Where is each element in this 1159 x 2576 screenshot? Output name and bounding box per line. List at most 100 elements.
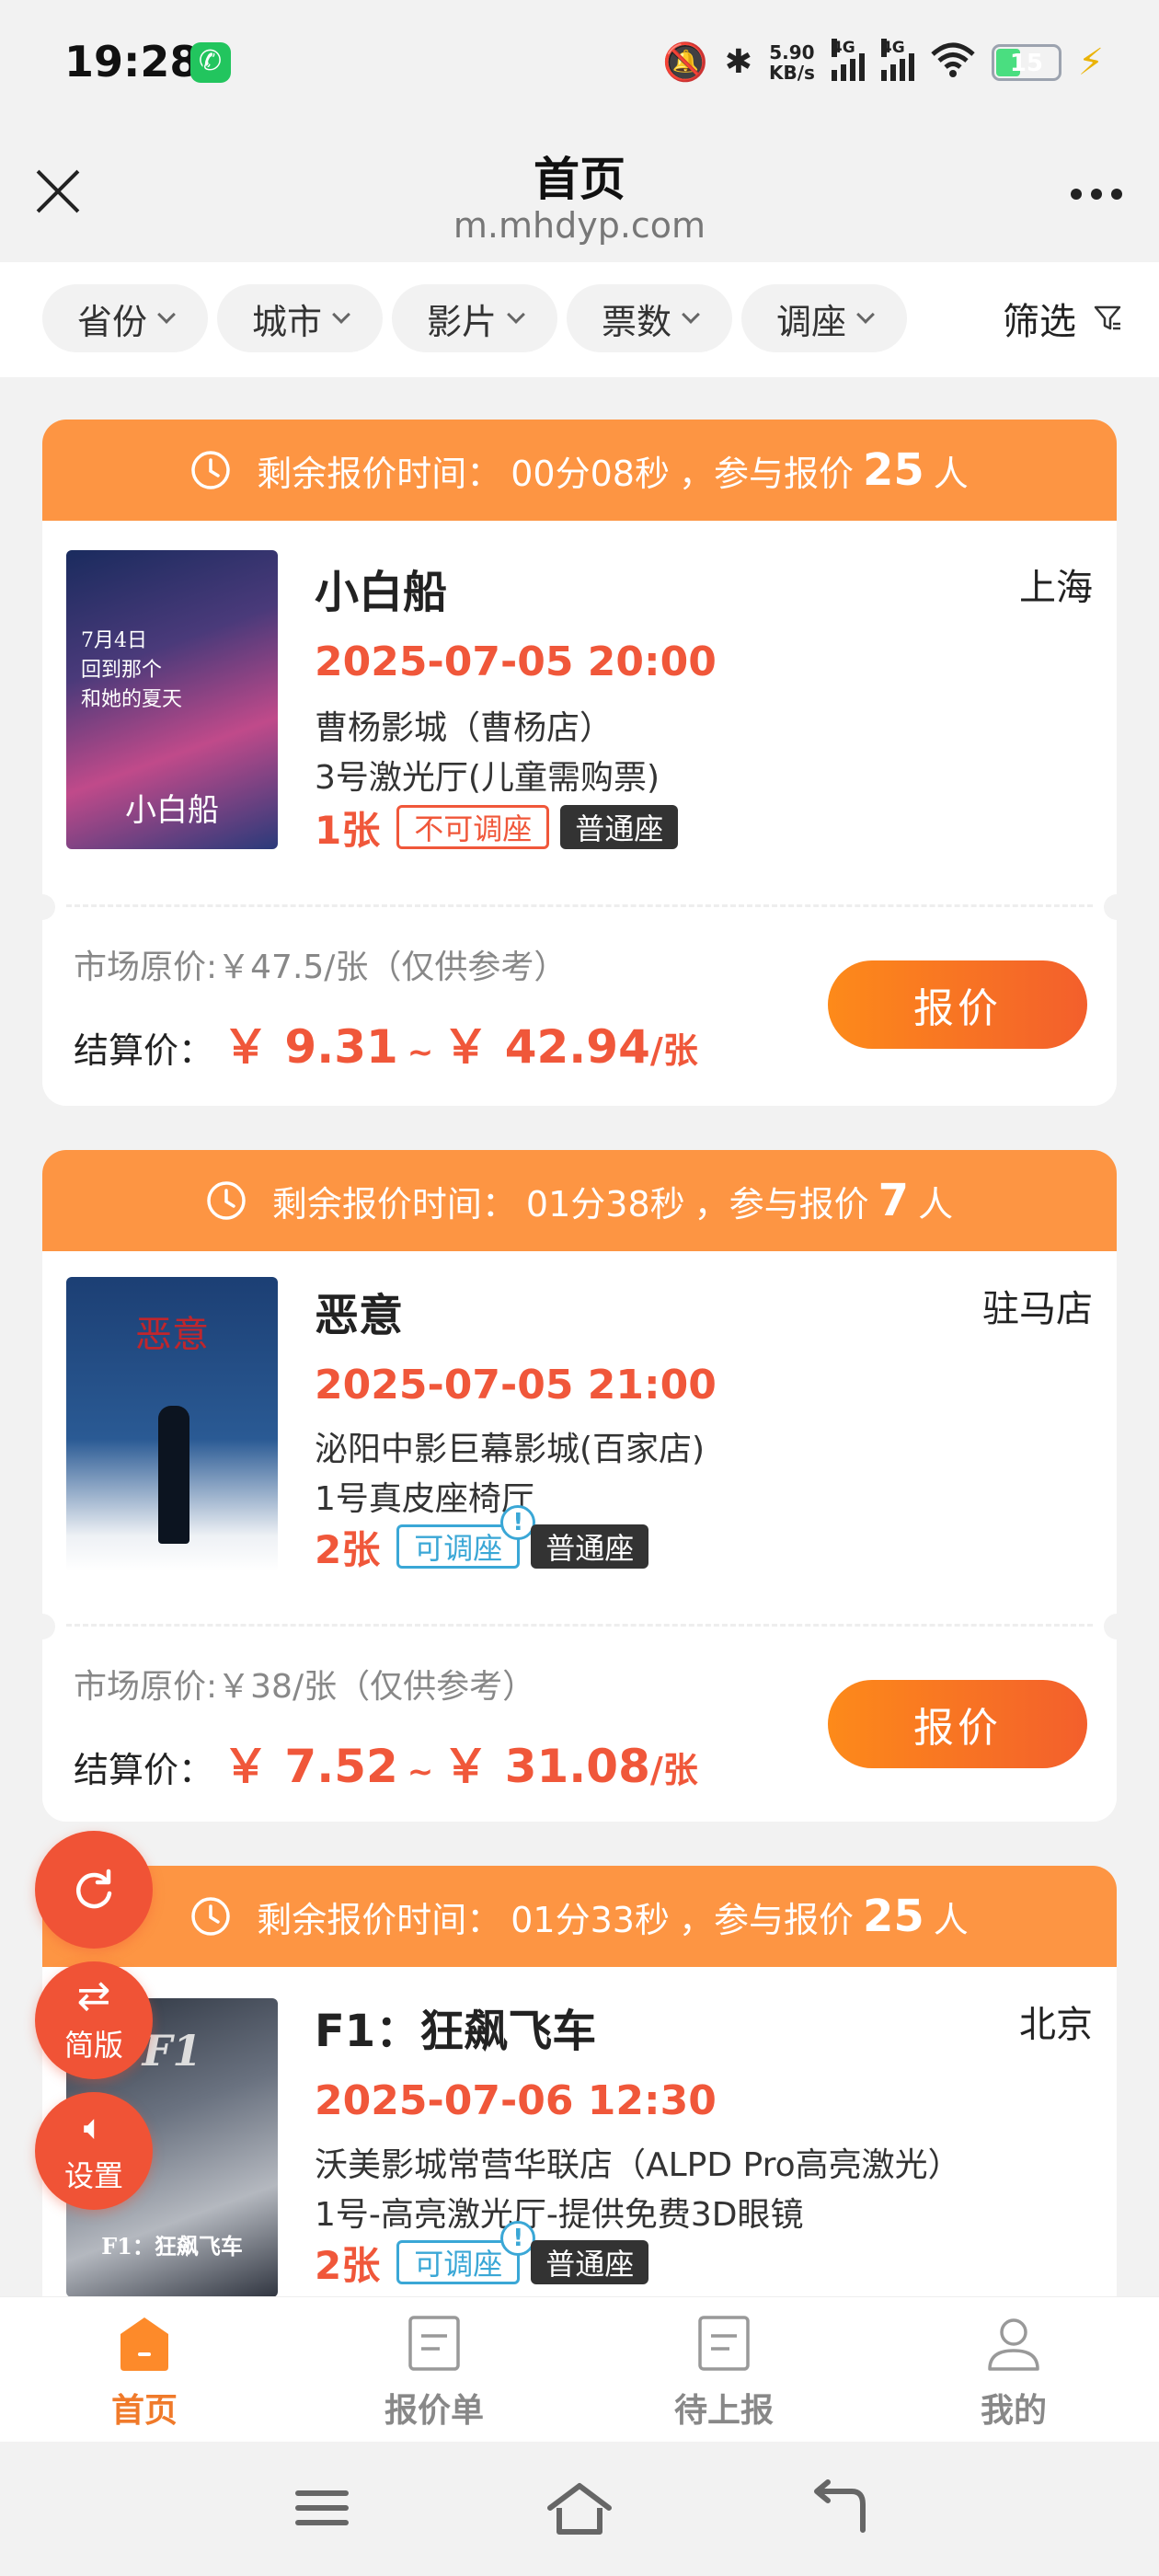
wifi-icon: [931, 41, 975, 85]
filter-chip-tickets[interactable]: 票数: [567, 284, 732, 352]
filter-chip-movie[interactable]: 影片: [392, 284, 557, 352]
page-url: m.mhdyp.com: [453, 205, 706, 246]
settle-price: 结算价： ￥ 7.52 ~ ￥ 31.08 /张: [74, 1730, 698, 1796]
bid-card[interactable]: 剩余报价时间： 01分38秒 ，参与报价 7 人 恶意 恶意 驻马店 2025-…: [42, 1150, 1117, 1822]
nav-item-home[interactable]: 首页: [52, 2314, 236, 2432]
bid-card[interactable]: 剩余报价时间： 00分08秒 ，参与报价 25 人 7月4日 回到那个 和她的夏天 …: [42, 420, 1117, 1106]
movie-city: 北京: [1019, 2004, 1093, 2046]
price-low: ￥ 9.31: [223, 1020, 398, 1074]
price-info: 市场原价:￥38/张（仅供参考） 结算价： ￥ 7.52 ~ ￥ 31.08 /…: [42, 1627, 1117, 1820]
chevron-down-icon: [157, 305, 176, 324]
bidders-suffix: 人: [918, 1183, 954, 1225]
price-high: ￥ 31.08: [442, 1740, 650, 1793]
clock-icon: [207, 1181, 246, 1220]
bluetooth-icon: ✱: [724, 43, 752, 81]
status-time: 19:28: [64, 37, 200, 86]
battery-level: 15: [1009, 50, 1043, 77]
movie-title: 恶意: [315, 1290, 404, 1341]
refresh-icon: [76, 1869, 112, 1909]
filter-chip-city[interactable]: 城市: [217, 284, 383, 352]
user-icon: [988, 2318, 1039, 2371]
charging-icon: ⚡: [1077, 41, 1104, 84]
refresh-button[interactable]: [35, 1831, 153, 1949]
speaker-icon: 🔈︎: [83, 2107, 105, 2147]
simple-mode-button[interactable]: ⇄ 简版: [35, 1961, 153, 2079]
filter-button[interactable]: 筛选: [1003, 284, 1122, 352]
movie-poster: 7月4日 回到那个 和她的夏天 小白船: [66, 550, 278, 849]
price-separator: ~: [407, 1754, 434, 1790]
filter-chip-label: 城市: [251, 301, 322, 342]
ticket-info: 2张 可调座 ! 普通座: [315, 2221, 649, 2288]
home-button-icon[interactable]: [543, 2478, 616, 2537]
movie-city: 驻马店: [982, 1288, 1093, 1330]
quote-button[interactable]: 报价: [828, 960, 1087, 1049]
bidders-prefix: ，参与报价: [694, 1183, 869, 1225]
bidders-prefix: ，参与报价: [678, 453, 854, 494]
settings-label: 设置: [63, 2158, 123, 2193]
showtime: 2025-07-05 21:00: [315, 1362, 717, 1409]
settings-button[interactable]: 🔈︎ 设置: [35, 2092, 153, 2210]
clock-icon: [191, 451, 230, 489]
countdown-banner: 剩余报价时间： 01分38秒 ，参与报价 7 人: [42, 1150, 1117, 1251]
home-icon: [120, 2317, 168, 2371]
quote-button[interactable]: 报价: [828, 1680, 1087, 1768]
ticket-count: 2张: [315, 1526, 381, 1572]
filter-bar: 省份 城市 影片 票数 调座 筛选: [0, 262, 1159, 377]
filter-chip-label: 影片: [426, 301, 497, 342]
net-speed-unit: KB/s: [768, 62, 815, 84]
signal-icon: 4G: [880, 39, 914, 81]
mute-icon: 🔕: [661, 41, 708, 84]
settle-label: 结算价：: [74, 1750, 214, 1790]
movie-title: F1：狂飙飞车: [315, 2006, 597, 2057]
bidder-count: 7: [878, 1175, 910, 1226]
market-price: 市场原价:￥47.5/张（仅供参考）: [74, 949, 568, 986]
document-icon: [408, 2316, 460, 2371]
nav-label: 待上报: [673, 2392, 774, 2430]
page-title: 首页: [534, 153, 625, 206]
movie-city: 上海: [1019, 567, 1093, 609]
filter-chip-label: 票数: [601, 301, 671, 342]
filter-chip-province[interactable]: 省份: [42, 284, 208, 352]
ticket-count: 2张: [315, 2242, 381, 2288]
seat-type-badge: 普通座: [531, 1524, 649, 1569]
movie-poster: 恶意: [66, 1277, 278, 1571]
bidder-count: 25: [862, 1891, 924, 1942]
seat-adjust-label: 可调座: [414, 1531, 503, 1566]
cinema-name: 沃美影城常营华联店（ALPD Pro高亮激光）: [315, 2146, 961, 2184]
simple-mode-label: 简版: [63, 2028, 123, 2063]
bid-card[interactable]: 剩余报价时间： 01分33秒 ，参与报价 25 人 F1 F1：狂飙飞车 F1：…: [42, 1866, 1117, 2296]
battery-icon: 15: [991, 44, 1061, 81]
ticket-info: 1张 不可调座 普通座: [315, 804, 679, 853]
ticket-count: 1张: [315, 807, 381, 853]
chevron-down-icon: [682, 305, 700, 324]
nav-item-quotes[interactable]: 报价单: [342, 2314, 526, 2432]
price-separator: ~: [407, 1034, 434, 1071]
settle-price: 结算价： ￥ 9.31 ~ ￥ 42.94 /张: [74, 1010, 698, 1076]
ticket-info: 2张 可调座 ! 普通座: [315, 1505, 649, 1572]
filter-chip-label: 省份: [76, 301, 147, 342]
chevron-down-icon: [332, 305, 350, 324]
back-icon[interactable]: [800, 2478, 874, 2537]
call-app-icon: [190, 42, 231, 83]
countdown-prefix: 剩余报价时间：: [257, 453, 502, 494]
nav-item-profile[interactable]: 我的: [922, 2314, 1106, 2432]
settle-label: 结算价：: [74, 1030, 214, 1071]
countdown-time: 01分38秒: [525, 1183, 685, 1225]
seat-adjust-badge[interactable]: 可调座 !: [396, 2221, 536, 2284]
showtime: 2025-07-05 20:00: [315, 638, 717, 685]
nav-item-pending[interactable]: 待上报: [632, 2314, 816, 2432]
net-speed: 5.90 KB/s: [769, 42, 815, 83]
countdown-prefix: 剩余报价时间：: [257, 1899, 502, 1940]
filter-chip-seat-adjust[interactable]: 调座: [741, 284, 907, 352]
seat-adjust-label: 可调座: [414, 2247, 503, 2282]
seat-adjust-badge: 不可调座: [396, 805, 550, 849]
seat-adjust-badge[interactable]: 可调座 !: [396, 1505, 536, 1569]
net-speed-value: 5.90: [769, 41, 815, 63]
bottom-nav: 首页 报价单 待上报 我的: [0, 2296, 1159, 2442]
cinema-name: 曹杨影城（曹杨店）: [315, 709, 614, 747]
countdown-prefix: 剩余报价时间：: [271, 1183, 517, 1225]
menu-icon[interactable]: [285, 2478, 359, 2537]
more-icon[interactable]: [1071, 189, 1122, 200]
clock-icon: [191, 1897, 230, 1936]
document-icon: [698, 2316, 750, 2371]
